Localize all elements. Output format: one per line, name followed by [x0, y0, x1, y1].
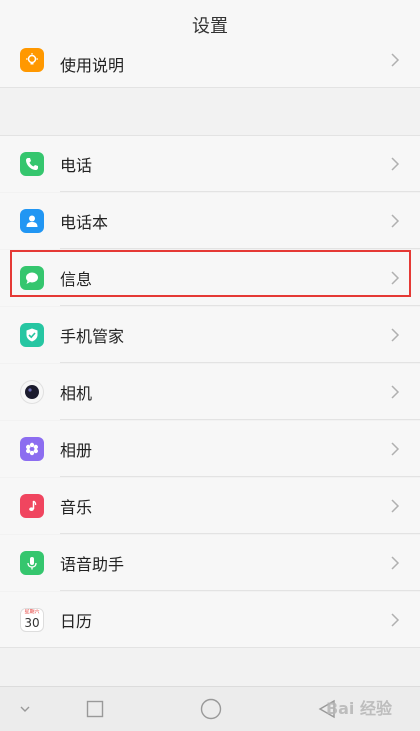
page-title: 设置 [192, 16, 228, 37]
chevron-right-icon [391, 385, 400, 399]
settings-item-music[interactable]: 音乐 [0, 478, 420, 534]
settings-item-phone-manager[interactable]: 手机管家 [0, 307, 420, 363]
gallery-icon [20, 437, 44, 461]
settings-item-messages[interactable]: 信息 [0, 250, 420, 306]
music-icon [20, 494, 44, 518]
calendar-day: 30 [24, 616, 40, 630]
phone-icon [20, 152, 44, 176]
chevron-right-icon [391, 328, 400, 342]
chevron-right-icon [391, 214, 400, 228]
settings-item-label: 相册 [60, 441, 93, 460]
title-bar: 设置 [0, 0, 420, 50]
settings-item-label: 音乐 [60, 498, 93, 517]
chevron-right-icon [391, 499, 400, 513]
chevron-right-icon [391, 556, 400, 570]
settings-item-camera[interactable]: 相机 [0, 364, 420, 420]
camera-icon [20, 380, 44, 404]
settings-item-label: 相机 [60, 384, 93, 403]
settings-item-contacts[interactable]: 电话本 [0, 193, 420, 249]
shield-icon [20, 323, 44, 347]
contacts-icon [20, 209, 44, 233]
settings-item-label: 日历 [60, 612, 93, 631]
watermark-text: Bai 经验 [325, 699, 392, 718]
chevron-right-icon [391, 157, 400, 171]
lightbulb-icon [20, 48, 44, 72]
microphone-icon [20, 551, 44, 575]
settings-item-label: 信息 [60, 270, 93, 289]
recent-apps-button[interactable] [84, 698, 106, 720]
chevron-right-icon [391, 271, 400, 285]
collapse-nav-button[interactable] [14, 699, 36, 719]
chevron-down-icon [20, 706, 30, 712]
settings-item-label: 使用说明 [60, 56, 125, 75]
circle-icon [200, 698, 222, 720]
settings-item-phone[interactable]: 电话 [0, 136, 420, 192]
calendar-weekday: 星期六 [21, 609, 43, 616]
chevron-right-icon [391, 53, 400, 67]
settings-item-label: 语音助手 [60, 555, 125, 574]
settings-item-instructions[interactable]: 使用说明 [0, 46, 420, 88]
settings-item-gallery[interactable]: 相册 [0, 421, 420, 477]
calendar-icon: 星期六 30 [20, 608, 44, 632]
chevron-right-icon [391, 442, 400, 456]
settings-item-label: 电话 [60, 156, 93, 175]
square-icon [86, 700, 104, 718]
chevron-right-icon [391, 613, 400, 627]
message-icon [20, 266, 44, 290]
settings-item-calendar[interactable]: 星期六 30 日历 [0, 592, 420, 648]
home-button[interactable] [199, 697, 223, 721]
watermark: Bai 经验 [296, 690, 392, 724]
settings-item-label: 电话本 [60, 213, 109, 232]
settings-item-label: 手机管家 [60, 327, 125, 346]
settings-item-voice-assistant[interactable]: 语音助手 [0, 535, 420, 591]
